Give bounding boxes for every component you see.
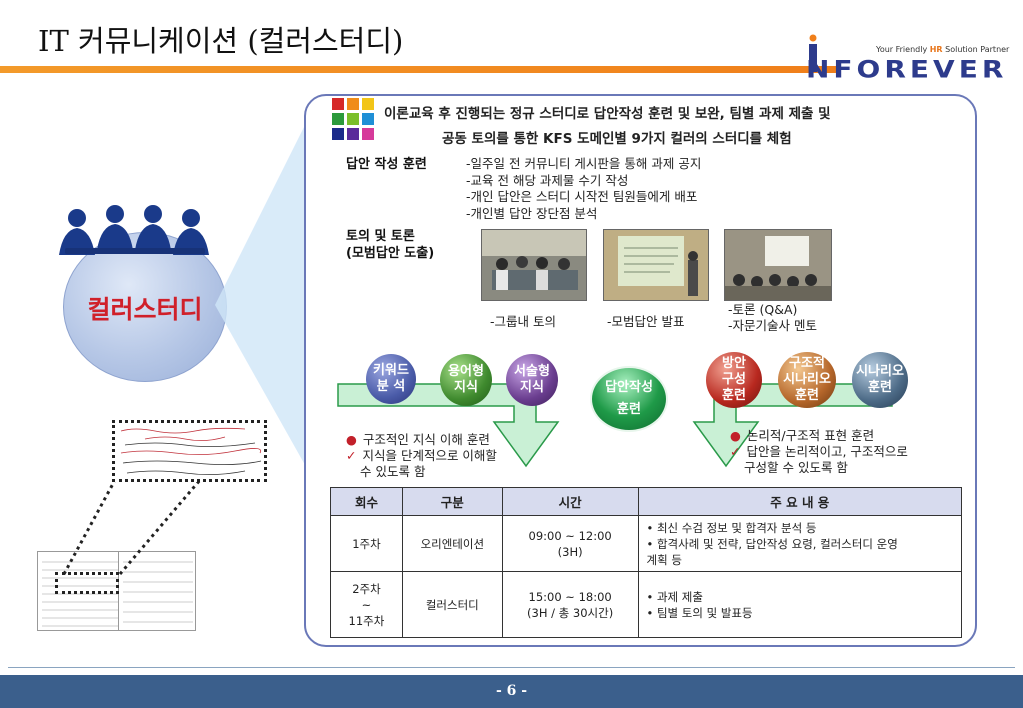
left-notes: ● 구조적인 지식 이해 훈련 ✓ 지식을 단계적으로 이해할 수 있도록 함 (346, 432, 497, 479)
debate-qa-photo (724, 229, 832, 301)
structured-scenario-training-ball: 구조적 시나리오 훈련 (778, 352, 836, 408)
round-cell: 1주차 (330, 515, 403, 572)
scenario-training-ball: 시나리오 훈련 (852, 352, 908, 408)
zoom-dotted-connector (62, 479, 202, 575)
caption-answer-presentation: -모범답안 발표 (607, 314, 685, 329)
table-row: 1주차 오리엔테이션 09:00 ~ 12:00 (3H) • 최신 수검 정보 … (330, 515, 963, 572)
method-structure-training-ball: 방안 구성 훈련 (706, 352, 762, 408)
list-item: -일주일 전 커뮤니티 게시판을 통해 과제 공지 (466, 156, 702, 171)
list-item: -교육 전 해당 과제물 수기 작성 (466, 172, 629, 188)
keyword-analysis-ball: 키워드 분 석 (366, 354, 416, 404)
logo-tagline: Your Friendly HR Solution Partner (876, 45, 1010, 54)
answer-presentation-photo (603, 229, 709, 301)
content-cell: • 과제 제출 • 팀별 토의 및 발표등 (637, 571, 963, 638)
table-row: 2주차 ~11주차 컬러스터디 15:00 ~ 18:00 (3H / 총 30시간… (330, 571, 963, 638)
list-item: -개인별 답안 장단점 분석 (466, 205, 598, 221)
round-cell: 2주차 ~11주차 (330, 571, 403, 638)
schedule-table: 회수 구분 시간 주 요 내 용 1주차 오리엔테이션 09:00 ~ 12:0… (330, 487, 963, 638)
content-cell: • 최신 수검 정보 및 합격자 분석 등 • 합격사례 및 전략, 답안작성 … (637, 515, 963, 572)
panel-headline: 이론교육 후 진행되는 정규 스터디로 답안작성 훈련 및 보완, 팀별 과제 … (384, 106, 831, 147)
type-cell: 컬러스터디 (401, 571, 503, 638)
caption-debate: -토론 (Q&A) -자문기술사 멘토 (728, 302, 817, 333)
caption-group-discussion: -그룹내 토의 (490, 314, 556, 329)
color-squares-icon (332, 98, 378, 140)
footer-divider (8, 667, 1015, 668)
page-title: IT 커뮤니케이션 (컬러스터디) (38, 24, 404, 58)
time-cell: 09:00 ~ 12:00 (3H) (501, 515, 639, 572)
column-header: 주 요 내 용 (637, 487, 963, 516)
right-notes: ● 논리적/구조적 표현 훈련 ✓ 답안을 논리적이고, 구조적으로 구성할 수 있… (730, 428, 908, 475)
table-header-row: 회수 구분 시간 주 요 내 용 (330, 487, 963, 516)
answer-training-list: -일주일 전 커뮤니티 게시판을 통해 과제 공지 -교육 전 해당 과제물 수… (466, 156, 701, 222)
list-item: -개인 답안은 스터디 시작전 팀원들에게 배포 (466, 189, 698, 204)
group-discussion-photo (481, 229, 587, 301)
header-accent-bar (0, 66, 840, 73)
column-header: 시간 (501, 487, 639, 516)
column-header: 회수 (330, 487, 403, 516)
answer-training-label: 답안 작성 훈련 (346, 157, 427, 172)
descriptive-knowledge-ball: 서술형 지식 (506, 354, 558, 406)
column-header: 구분 (401, 487, 503, 516)
term-knowledge-ball: 용어형 지식 (440, 354, 492, 406)
callout-beam (215, 125, 305, 465)
people-silhouette-icon (59, 205, 209, 255)
page-number: - 6 - (495, 683, 528, 699)
logo-wordmark: NFOREVER (806, 55, 1008, 84)
zoomed-handwriting-box (112, 420, 267, 482)
type-cell: 오리엔테이션 (401, 515, 503, 572)
discussion-label: 토의 및 토론 (모범답안 도출) (346, 229, 435, 261)
time-cell: 15:00 ~ 18:00 (3H / 총 30시간) (501, 571, 639, 638)
answer-writing-training-ball: 답안작성 훈련 (590, 366, 668, 432)
